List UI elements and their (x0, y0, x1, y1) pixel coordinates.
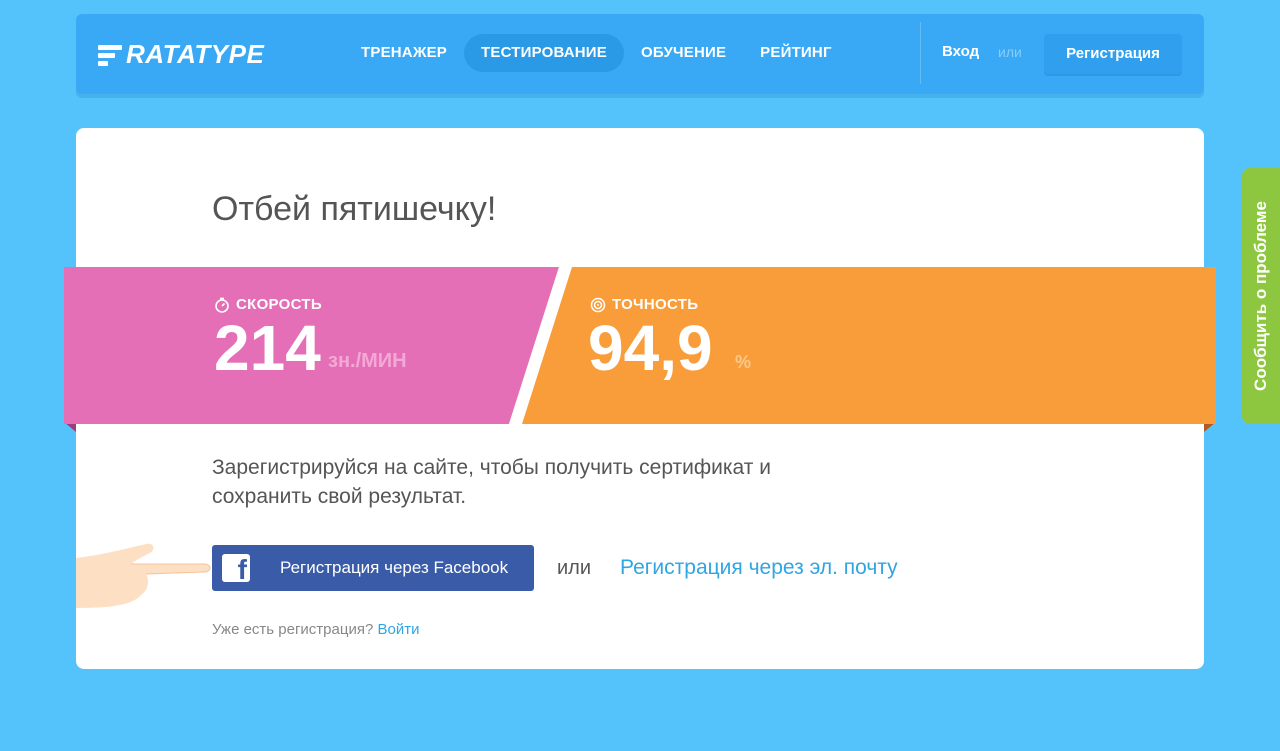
accuracy-label-text: ТОЧНОСТЬ (612, 296, 699, 313)
top-navigation-bar: RATATYPE ТРЕНАЖЕР ТЕСТИРОВАНИЕ ОБУЧЕНИЕ … (76, 14, 1204, 94)
report-problem-label: Сообщить о проблеме (1251, 201, 1270, 391)
page: RATATYPE ТРЕНАЖЕР ТЕСТИРОВАНИЕ ОБУЧЕНИЕ … (0, 0, 1280, 751)
stopwatch-icon (215, 297, 229, 313)
facebook-button-label: Регистрация через Facebook (280, 558, 509, 577)
facebook-register-button[interactable]: f Регистрация через Facebook (212, 545, 534, 591)
or-separator-main: или (557, 557, 592, 579)
pointing-hand-icon (76, 543, 211, 608)
facebook-icon: f (222, 554, 250, 582)
report-problem-tab[interactable]: Сообщить о проблеме (1242, 168, 1280, 424)
accuracy-value: 94,9 (588, 312, 713, 384)
logo-text: RATATYPE (126, 38, 265, 69)
nav-item-testing[interactable]: ТЕСТИРОВАНИЕ (464, 34, 624, 72)
register-button[interactable]: Регистрация (1044, 34, 1182, 74)
ratatype-logo[interactable]: RATATYPE (98, 38, 264, 70)
login-inline-link[interactable]: Войти (377, 621, 419, 638)
speed-label: СКОРОСТЬ (214, 296, 322, 313)
nav-item-learning[interactable]: ОБУЧЕНИЕ (624, 34, 743, 72)
nav-divider (920, 22, 921, 84)
email-register-link[interactable]: Регистрация через эл. почту (620, 556, 898, 580)
main-nav: ТРЕНАЖЕР ТЕСТИРОВАНИЕ ОБУЧЕНИЕ РЕЙТИНГ (344, 34, 849, 72)
accuracy-label: ТОЧНОСТЬ (590, 296, 698, 313)
nav-item-rating[interactable]: РЕЙТИНГ (743, 34, 848, 72)
already-registered-text: Уже есть регистрация? (212, 621, 374, 638)
speed-label-text: СКОРОСТЬ (236, 296, 322, 313)
accuracy-unit: % (735, 352, 752, 372)
speed-value: 214 (214, 312, 321, 384)
nav-item-trainer[interactable]: ТРЕНАЖЕР (344, 34, 464, 72)
already-registered: Уже есть регистрация? Войти (212, 621, 419, 638)
login-link[interactable]: Вход (942, 43, 979, 60)
target-icon (590, 297, 606, 312)
page-title: Отбей пятишечку! (212, 190, 497, 228)
speed-unit: зн./МИН (328, 350, 407, 372)
register-prompt: Зарегистрируйся на сайте, чтобы получить… (212, 456, 771, 508)
or-separator: или (998, 44, 1022, 60)
logo-lines-icon (98, 42, 124, 66)
